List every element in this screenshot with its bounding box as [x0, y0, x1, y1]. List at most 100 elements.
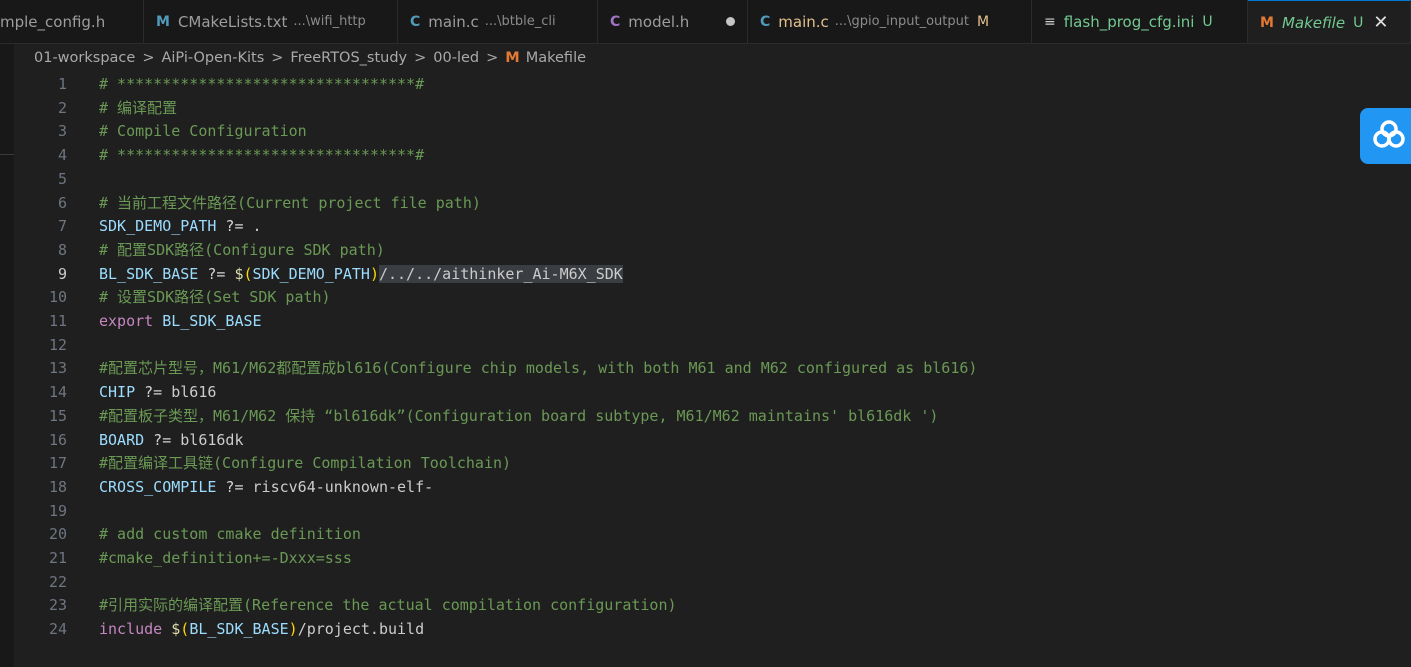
code-token: ?= [216, 217, 253, 236]
code-line[interactable]: 9 BL_SDK_BASE ?= $(SDK_DEMO_PATH)/../../a… [14, 263, 623, 287]
close-icon[interactable]: ✕ [1373, 12, 1388, 33]
line-number: 15 [48, 406, 67, 425]
code-line[interactable]: 6 # 当前工程文件路径(Current project file path) [14, 192, 481, 216]
cloud-assistant-button[interactable] [1360, 108, 1411, 164]
line-number: 4 [57, 146, 67, 165]
line-number: 22 [48, 572, 67, 591]
line-number: 17 [48, 454, 67, 473]
code-line[interactable]: 20 # add custom cmake definition [14, 523, 361, 547]
code-token: bl616dk [180, 430, 244, 449]
breadcrumb: 01-workspace > AiPi-Open-Kits > FreeRTOS… [0, 46, 586, 70]
tab-makefile[interactable]: M Makefile U ✕ [1248, 0, 1411, 43]
left-panel-edge [0, 44, 14, 667]
code-line[interactable]: 3 # Compile Configuration [14, 120, 307, 144]
breadcrumb-item[interactable]: FreeRTOS_study [290, 50, 407, 66]
code-token: export [99, 312, 154, 330]
code-line[interactable]: 17 #配置编译工具链(Configure Compilation Toolcha… [14, 452, 511, 476]
tab-label: mple_config.h [0, 12, 106, 31]
line-number: 2 [57, 98, 67, 117]
code-token: /../../aithinker_Ai-M6X_SDK [378, 264, 623, 283]
code-token: BOARD [99, 430, 145, 449]
line-number: 24 [48, 620, 67, 639]
code-line[interactable]: 11 export BL_SDK_BASE [14, 310, 262, 334]
editor-tab-bar: mple_config.h M CMakeLists.txt ...\wifi_… [0, 0, 1411, 44]
code-line[interactable]: 15 #配置板子类型，M61/M62 保持 “bl616dk”(Configura… [14, 405, 938, 429]
code-token: CHIP [99, 383, 136, 402]
code-line[interactable]: 19 [14, 500, 67, 524]
breadcrumb-item[interactable]: 00-led [433, 50, 479, 66]
tab-cmakelists[interactable]: M CMakeLists.txt ...\wifi_http [144, 0, 398, 43]
code-token: ) [369, 264, 379, 283]
code-token: BL_SDK_BASE [189, 620, 289, 639]
modified-badge: M [976, 13, 990, 30]
code-text: # *********************************# [99, 144, 424, 168]
code-line[interactable]: 14 CHIP ?= bl616 [14, 381, 216, 405]
c-file-icon: C [410, 13, 421, 30]
code-text: # 配置SDK路径(Configure SDK path) [99, 239, 385, 263]
code-line[interactable]: 7 SDK_DEMO_PATH ?= . [14, 215, 262, 239]
code-text: #配置编译工具链(Configure Compilation Toolchain… [99, 452, 511, 476]
code-token: BL_SDK_BASE [99, 264, 199, 283]
line-number: 1 [57, 75, 67, 93]
code-token: bl616 [171, 383, 217, 402]
tab-model-h[interactable]: C model.h [598, 0, 748, 43]
code-text: BL_SDK_BASE ?= $(SDK_DEMO_PATH)/../../ai… [99, 263, 623, 287]
code-line[interactable]: 2 # 编译配置 [14, 97, 177, 121]
code-line[interactable]: 23 #引用实际的编译配置(Reference the actual compil… [14, 594, 677, 618]
tab-label: flash_prog_cfg.ini [1063, 12, 1195, 31]
line-number: 14 [48, 383, 67, 402]
code-line[interactable]: 16 BOARD ?= bl616dk [14, 429, 244, 453]
line-number: 19 [48, 501, 67, 520]
code-token: # 设置SDK路径(Set SDK path) [99, 288, 331, 307]
code-line[interactable]: 4 # *********************************# [14, 144, 424, 168]
code-line[interactable]: 21 #cmake_definition+=-Dxxx=sss [14, 547, 352, 571]
c-file-icon: C [760, 13, 771, 30]
tab-main-c-btble[interactable]: C main.c ...\btble_cli [398, 0, 598, 43]
tab-main-c-gpio[interactable]: C main.c ...\gpio_input_output M [748, 0, 1032, 43]
line-number: 6 [57, 193, 67, 212]
tab-label: Makefile [1281, 13, 1346, 32]
code-token: ?= [135, 383, 172, 402]
line-number: 12 [48, 335, 67, 354]
code-line[interactable]: 18 CROSS_COMPILE ?= riscv64-unknown-elf- [14, 476, 433, 500]
tab-label: CMakeLists.txt [177, 12, 288, 31]
code-line[interactable]: 1 # *********************************# [14, 73, 424, 97]
tab-sample-config-h[interactable]: mple_config.h [0, 0, 144, 43]
breadcrumb-item[interactable]: AiPi-Open-Kits [161, 50, 264, 66]
tab-description: ...\wifi_http [293, 14, 366, 29]
breadcrumb-item[interactable]: 01-workspace [34, 50, 135, 66]
code-token: ) [288, 620, 298, 639]
code-token: #配置芯片型号，M61/M62都配置成bl616(Configure chip … [99, 359, 978, 378]
code-line[interactable]: 5 [14, 168, 67, 192]
code-line[interactable]: 8 # 配置SDK路径(Configure SDK path) [14, 239, 385, 263]
code-text: # 当前工程文件路径(Current project file path) [99, 192, 481, 216]
tab-label: main.c [428, 12, 479, 31]
code-token: # 当前工程文件路径(Current project file path) [99, 193, 481, 212]
c-header-file-icon: C [610, 13, 621, 30]
code-line[interactable]: 24 include $(BL_SDK_BASE)/project.build [14, 618, 424, 642]
line-number: 23 [48, 596, 67, 615]
code-token: #cmake_definition+=-Dxxx=sss [99, 549, 352, 567]
breadcrumb-item[interactable]: Makefile [526, 50, 586, 66]
cloud-icon [1373, 120, 1405, 148]
code-editor[interactable]: 1 # *********************************# 2 # … [14, 73, 1394, 667]
tab-flash-prog-cfg[interactable]: ≡ flash_prog_cfg.ini U [1032, 0, 1248, 43]
line-number: 3 [57, 122, 67, 141]
code-text: CROSS_COMPILE ?= riscv64-unknown-elf- [99, 476, 433, 500]
line-number: 9 [57, 264, 67, 283]
code-token: # 配置SDK路径(Configure SDK path) [99, 240, 385, 259]
code-line[interactable]: 22 [14, 571, 67, 595]
code-text: SDK_DEMO_PATH ?= . [99, 215, 262, 239]
line-number: 20 [48, 525, 67, 544]
code-token: CROSS_COMPILE [99, 477, 217, 496]
code-line[interactable]: 10 # 设置SDK路径(Set SDK path) [14, 286, 331, 310]
unsaved-dot-icon[interactable] [726, 17, 735, 26]
code-line[interactable]: 12 [14, 334, 67, 358]
code-token: BL_SDK_BASE [162, 312, 262, 330]
line-number: 21 [48, 549, 67, 567]
code-token: # 编译配置 [99, 98, 178, 117]
code-token: SDK_DEMO_PATH [99, 217, 217, 236]
code-text: #引用实际的编译配置(Reference the actual compilat… [99, 594, 677, 618]
ini-file-icon: ≡ [1044, 13, 1056, 30]
code-line[interactable]: 13 #配置芯片型号，M61/M62都配置成bl616(Configure chi… [14, 357, 978, 381]
